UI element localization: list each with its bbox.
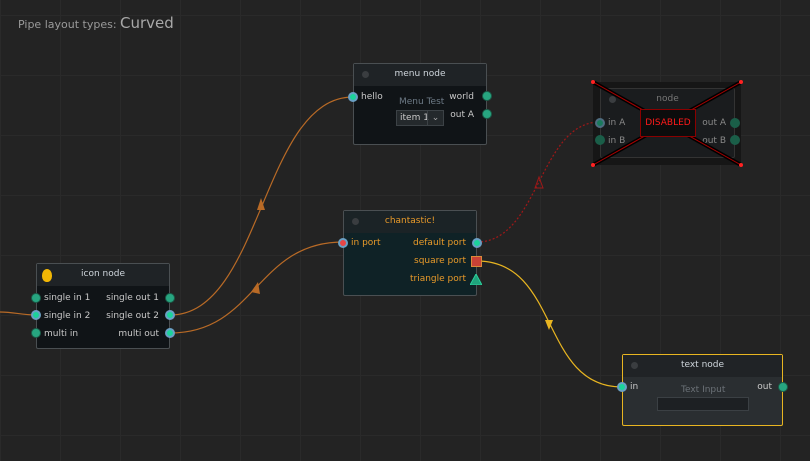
node-title: icon node bbox=[81, 269, 125, 279]
port-label: out bbox=[757, 382, 772, 392]
chantastic-node[interactable]: chantastic! in port default port square … bbox=[338, 210, 482, 296]
port-label: default port bbox=[413, 238, 466, 248]
node-header[interactable]: text node bbox=[623, 355, 782, 377]
port-label: triangle port bbox=[409, 274, 466, 284]
port-label: in port bbox=[351, 238, 381, 248]
status-dot bbox=[631, 362, 638, 369]
port-triangle-port[interactable] bbox=[470, 274, 482, 285]
node-title: chantastic! bbox=[384, 216, 436, 226]
text-input[interactable] bbox=[657, 397, 749, 411]
node-title: text node bbox=[680, 360, 725, 370]
port-label: multi out bbox=[118, 329, 159, 339]
port-label: single out 1 bbox=[106, 293, 159, 303]
port-in-port[interactable] bbox=[338, 238, 348, 248]
node-header[interactable]: icon node bbox=[37, 264, 169, 286]
port-label: square port bbox=[414, 256, 466, 266]
icon-node[interactable]: icon node single in 1 single in 2 multi … bbox=[31, 263, 175, 349]
port-square-port[interactable] bbox=[471, 256, 482, 267]
port-single-out-2[interactable] bbox=[165, 310, 175, 320]
port-label: single in 2 bbox=[44, 311, 91, 321]
port-default-port[interactable] bbox=[472, 238, 482, 248]
port-label: in bbox=[630, 382, 639, 392]
port-single-in-1[interactable] bbox=[31, 293, 41, 303]
text-node[interactable]: text node in out Text Input bbox=[617, 354, 788, 426]
port-multi-in[interactable] bbox=[31, 328, 41, 338]
port-single-in-2[interactable] bbox=[31, 310, 41, 320]
status-dot bbox=[352, 218, 359, 225]
port-label: single out 2 bbox=[106, 311, 159, 321]
port-in[interactable] bbox=[617, 382, 627, 392]
disabled-badge: DISABLED bbox=[640, 109, 696, 137]
pear-icon bbox=[42, 269, 52, 282]
port-multi-out[interactable] bbox=[165, 328, 175, 338]
text-input-label: Text Input bbox=[681, 385, 726, 395]
port-label: single in 1 bbox=[44, 293, 91, 303]
port-out[interactable] bbox=[778, 382, 788, 392]
port-single-out-1[interactable] bbox=[165, 293, 175, 303]
port-label: multi in bbox=[44, 329, 79, 339]
node-header[interactable]: chantastic! bbox=[344, 211, 476, 233]
